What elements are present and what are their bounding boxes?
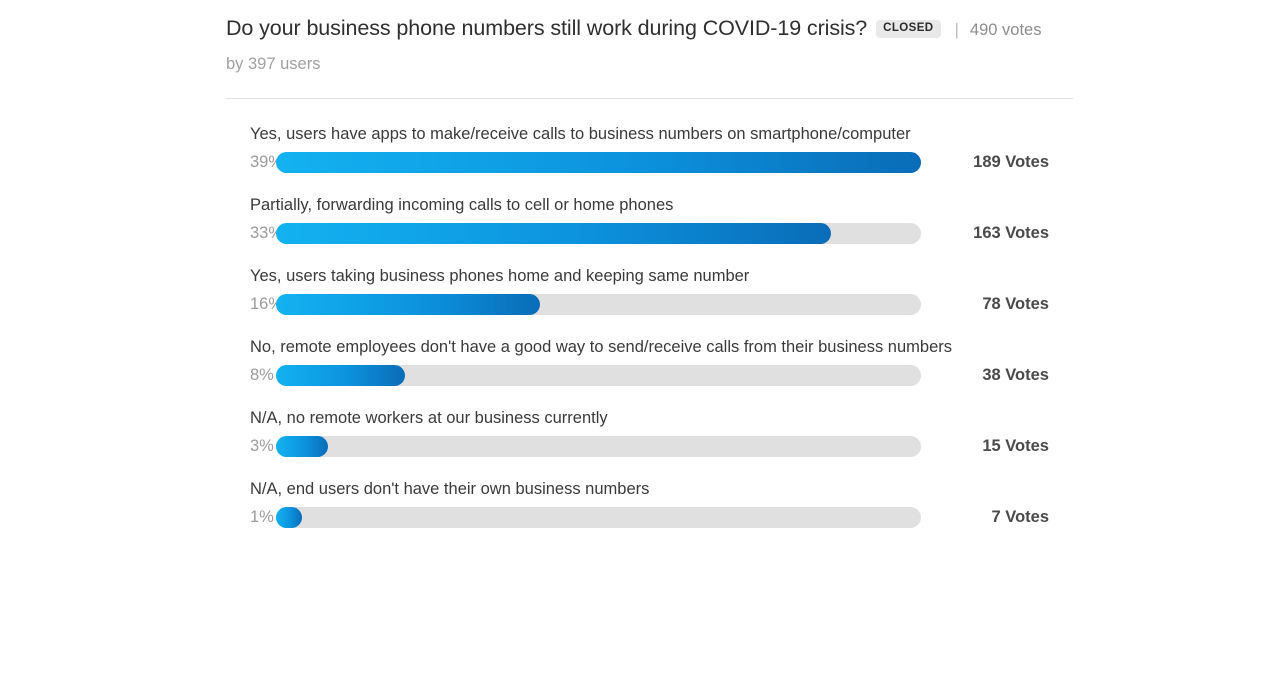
option-bar-track [276, 506, 921, 528]
poll-result-row: Yes, users taking business phones home a… [226, 266, 1073, 315]
option-bar-fill [276, 506, 302, 528]
status-badge: CLOSED [876, 20, 941, 38]
title-separator: | [954, 20, 959, 39]
option-vote-count: 189 Votes [973, 152, 1049, 171]
option-bar-fill [276, 435, 328, 457]
poll-widget: Do your business phone numbers still wor… [226, 0, 1073, 550]
option-bar-line: 16% 78 Votes [226, 293, 1073, 315]
poll-result-row: Partially, forwarding incoming calls to … [226, 195, 1073, 244]
option-bar-track [276, 364, 921, 386]
option-percent: 3% [250, 436, 274, 455]
option-bar-line: 8% 38 Votes [226, 364, 1073, 386]
poll-result-row: Yes, users have apps to make/receive cal… [226, 124, 1073, 173]
poll-subtitle: by 397 users [226, 54, 321, 73]
option-percent: 33% [250, 223, 284, 242]
option-percent: 1% [250, 507, 274, 526]
poll-results-list: Yes, users have apps to make/receive cal… [226, 124, 1073, 528]
header-divider [226, 97, 1073, 99]
option-bar-track [276, 222, 921, 244]
option-vote-count: 78 Votes [982, 294, 1049, 313]
option-label: N/A, no remote workers at our business c… [250, 408, 608, 427]
option-vote-count: 38 Votes [982, 365, 1049, 384]
option-bar-fill [276, 364, 405, 386]
poll-title-row: Do your business phone numbers still wor… [226, 16, 1073, 42]
option-bar-line: 3% 15 Votes [226, 435, 1073, 457]
option-bar-track [276, 151, 921, 173]
poll-result-row: N/A, end users don't have their own busi… [226, 479, 1073, 528]
option-vote-count: 163 Votes [973, 223, 1049, 242]
option-bar-track [276, 293, 921, 315]
option-bar-fill [276, 151, 921, 173]
option-label: Yes, users have apps to make/receive cal… [250, 124, 911, 143]
option-bar-fill [276, 222, 831, 244]
option-bar-track [276, 435, 921, 457]
poll-result-row: No, remote employees don't have a good w… [226, 337, 1073, 386]
option-bar-line: 1% 7 Votes [226, 506, 1073, 528]
option-bar-fill [276, 293, 541, 315]
option-bar-line: 39% 189 Votes [226, 151, 1073, 173]
option-label: N/A, end users don't have their own busi… [250, 479, 650, 498]
page-title: Do your business phone numbers still wor… [226, 16, 868, 40]
option-vote-count: 7 Votes [991, 507, 1049, 526]
option-percent: 16% [250, 294, 284, 313]
option-percent: 8% [250, 365, 274, 384]
poll-header: Do your business phone numbers still wor… [226, 0, 1073, 74]
option-label: Partially, forwarding incoming calls to … [250, 195, 674, 214]
option-label: No, remote employees don't have a good w… [250, 337, 953, 356]
option-bar-line: 33% 163 Votes [226, 222, 1073, 244]
option-percent: 39% [250, 152, 284, 171]
option-vote-count: 15 Votes [982, 436, 1049, 455]
option-label: Yes, users taking business phones home a… [250, 266, 750, 285]
poll-result-row: N/A, no remote workers at our business c… [226, 408, 1073, 457]
total-vote-count: 490 votes [969, 21, 1042, 39]
